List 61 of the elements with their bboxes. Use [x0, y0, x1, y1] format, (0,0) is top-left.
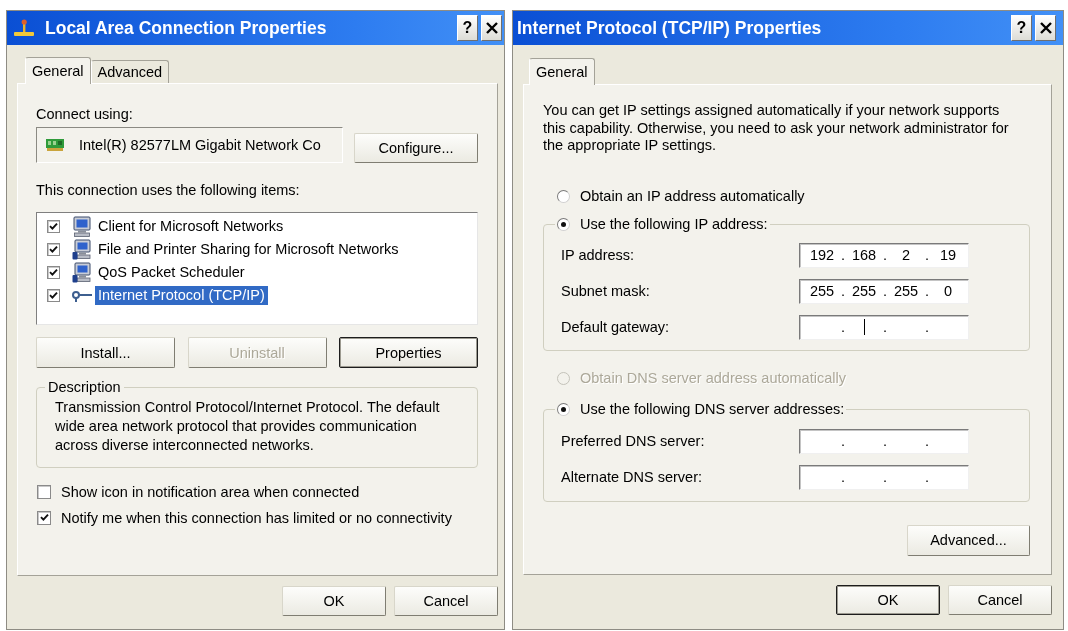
text-cursor-icon [863, 319, 865, 335]
checkbox[interactable] [47, 289, 60, 302]
list-item[interactable]: QoS Packet Scheduler [95, 263, 248, 282]
radio-button[interactable] [557, 217, 570, 231]
section-label: This connection uses the following items: [36, 182, 301, 199]
list-item[interactable]: Internet Protocol (TCP/IP) [95, 286, 268, 305]
close-button[interactable] [481, 15, 502, 41]
field-label: Default gateway: [561, 319, 670, 335]
intro-text: You can get IP settings assigned automatically if your network supports this capability. Otherwise, you need to ask your network administrator for the appropriate IP settings. [543, 102, 1010, 155]
radio-button[interactable] [557, 402, 570, 416]
description-text: Transmission Control Protocol/Internet Protocol. The default wide area network protocol that provides communication across diverse interconnected networks. [55, 398, 441, 455]
section-label: Connect using: [36, 106, 134, 123]
checkbox[interactable] [37, 484, 51, 499]
radio-button[interactable] [557, 189, 570, 203]
dialog-button[interactable]: OK [282, 586, 386, 616]
ip-address-field[interactable]: . . . [799, 464, 969, 490]
list-item[interactable]: Client for Microsoft Networks [95, 217, 287, 236]
dialog-button[interactable]: Cancel [394, 586, 498, 616]
radio-label: Obtain an IP address automatically [580, 188, 805, 204]
network-link-icon [72, 289, 92, 302]
ip-address-field[interactable]: 192 . 168 . 2 . 19 [799, 242, 969, 268]
checkbox-label: Notify me when this connection has limited or no connectivity [61, 509, 452, 526]
help-button[interactable]: ? [457, 15, 478, 41]
computer-icon [72, 262, 92, 283]
ip-address-field[interactable]: . . . [799, 428, 969, 454]
group-label: Description [47, 379, 122, 396]
checkbox[interactable] [37, 510, 51, 525]
field-label: Subnet mask: [561, 283, 651, 299]
list-action-button[interactable]: Install... [36, 337, 175, 368]
checkbox[interactable] [47, 266, 60, 279]
radio-label: Use the following IP address: [580, 216, 768, 232]
field-label: Alternate DNS server: [561, 469, 704, 485]
ip-address-field[interactable]: . . . [799, 314, 969, 340]
checkbox[interactable] [47, 220, 60, 233]
radio-label: Use the following DNS server addresses: [580, 401, 845, 417]
network-card-icon [46, 139, 64, 151]
help-button[interactable]: ? [1011, 15, 1032, 41]
dialog-button[interactable]: OK [836, 585, 940, 615]
computer-icon [72, 216, 92, 237]
checkbox[interactable] [47, 243, 60, 256]
list-item[interactable]: File and Printer Sharing for Microsoft Networks [95, 240, 402, 259]
dialog-button[interactable]: Cancel [948, 585, 1052, 615]
network-icon [13, 18, 35, 38]
window-title: Local Area Connection Properties [45, 17, 328, 39]
advanced-button[interactable]: Advanced... [907, 524, 1030, 556]
close-icon [485, 22, 498, 34]
close-button[interactable] [1035, 15, 1056, 41]
window-title: Internet Protocol (TCP/IP) Properties [517, 17, 823, 39]
list-action-button[interactable]: Properties [339, 337, 478, 368]
configure-button[interactable]: Configure... [354, 133, 478, 163]
close-icon [1039, 22, 1052, 34]
tab[interactable]: Advanced [90, 60, 170, 83]
ip-address-field[interactable]: 255 . 255 . 255 . 0 [799, 278, 969, 304]
checkbox-label: Show icon in notification area when connected [61, 483, 360, 500]
computer-icon [72, 239, 92, 260]
field-label: Preferred DNS server: [561, 433, 706, 449]
radio-label: Obtain DNS server address automatically [580, 370, 846, 386]
field-label: IP address: [561, 247, 636, 263]
adapter-name: Intel(R) 82577LM Gigabit Network Co [79, 137, 321, 153]
tab[interactable]: General [25, 57, 91, 84]
tab[interactable]: General [529, 58, 595, 85]
